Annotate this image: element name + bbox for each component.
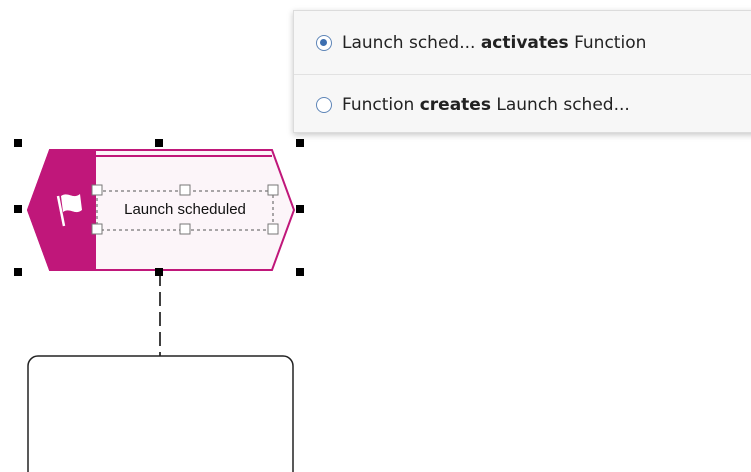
selection-handle-middle-left[interactable] bbox=[14, 205, 22, 213]
selection-handle-bottom-left[interactable] bbox=[14, 268, 22, 276]
connection-type-popup: Launch sched... activates Function Funct… bbox=[293, 10, 751, 133]
event-label[interactable]: Launch scheduled bbox=[97, 201, 273, 218]
option-creates-text: Function creates Launch sched... bbox=[342, 95, 630, 115]
selection-handle-bottom-center[interactable] bbox=[155, 268, 163, 276]
option-creates[interactable]: Function creates Launch sched... bbox=[294, 75, 751, 135]
selection-handle-top-right[interactable] bbox=[296, 139, 304, 147]
radio-activates[interactable] bbox=[316, 35, 332, 51]
modeling-canvas[interactable]: Launch scheduled Launch sched... activat… bbox=[0, 0, 751, 472]
option-activates[interactable]: Launch sched... activates Function bbox=[294, 13, 751, 73]
function-shape[interactable] bbox=[27, 355, 294, 472]
selection-handle-bottom-right[interactable] bbox=[296, 268, 304, 276]
selection-handle-middle-right[interactable] bbox=[296, 205, 304, 213]
selection-handle-top-center[interactable] bbox=[155, 139, 163, 147]
option-activates-text: Launch sched... activates Function bbox=[342, 33, 647, 53]
selection-handle-top-left[interactable] bbox=[14, 139, 22, 147]
radio-creates[interactable] bbox=[316, 97, 332, 113]
